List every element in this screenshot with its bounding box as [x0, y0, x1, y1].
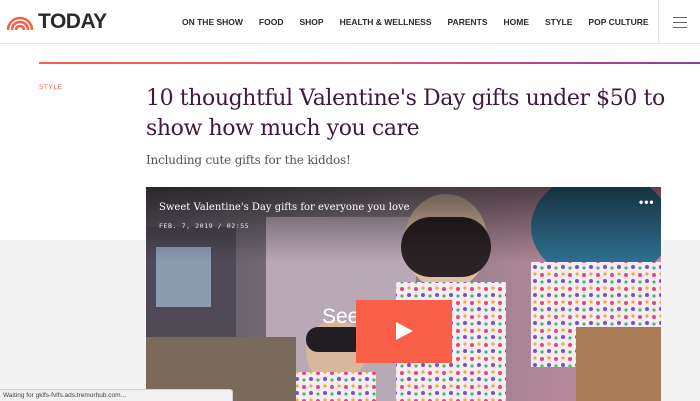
rainbow-logo-icon [6, 16, 34, 30]
video-player[interactable]: Sweet Valentine's Day gifts for everyone… [146, 187, 661, 401]
nav-item-home[interactable]: HOME [504, 17, 530, 27]
hamburger-menu-icon[interactable] [658, 0, 700, 44]
nav-item-style[interactable]: STYLE [545, 17, 572, 27]
video-title: Sweet Valentine's Day gifts for everyone… [159, 202, 410, 213]
video-date: FEB. 7, 2019 / 02:55 [159, 222, 250, 230]
site-header: TODAY ON THE SHOW FOOD SHOP HEALTH & WEL… [0, 0, 700, 44]
browser-status-bar: Waiting for gklfs-fvlfs.ads.tremorhub.co… [0, 389, 233, 401]
nav-item-parents[interactable]: PARENTS [448, 17, 488, 27]
article-dek: Including cute gifts for the kiddos! [146, 153, 351, 167]
nav-item-pop-culture[interactable]: POP CULTURE [588, 17, 648, 27]
logo-text: TODAY [38, 10, 107, 33]
article-headline: 10 thoughtful Valentine's Day gifts unde… [146, 86, 665, 141]
nav-item-health-wellness[interactable]: HEALTH & WELLNESS [340, 17, 432, 27]
play-icon [396, 322, 413, 340]
section-label[interactable]: STYLE [39, 84, 63, 91]
play-button[interactable] [356, 300, 452, 363]
nav-item-on-the-show[interactable]: ON THE SHOW [182, 17, 243, 27]
video-thumbnail [146, 187, 661, 401]
nav-item-shop[interactable]: SHOP [299, 17, 323, 27]
more-options-icon[interactable]: ••• [639, 195, 655, 209]
article-divider [39, 62, 700, 64]
today-logo[interactable]: TODAY [6, 10, 107, 34]
main-nav: ON THE SHOW FOOD SHOP HEALTH & WELLNESS … [174, 0, 657, 44]
nav-item-food[interactable]: FOOD [259, 17, 284, 27]
